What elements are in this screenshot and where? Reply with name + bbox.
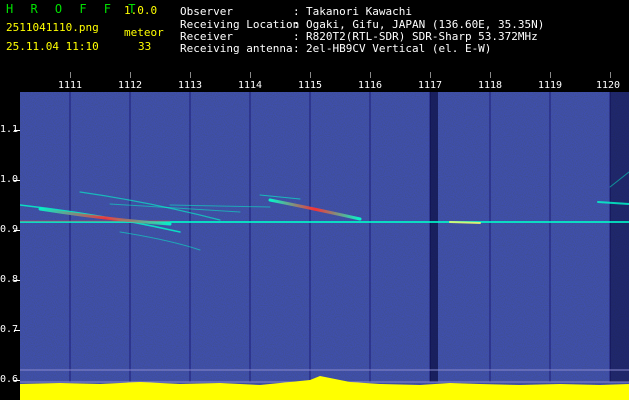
info-label-observer: Observer: [180, 5, 233, 18]
capture-filename: 2511041110.png: [6, 21, 99, 34]
time-tick-mark: [190, 72, 191, 78]
info-label-antenna: Receiving antenna: [180, 42, 293, 55]
event-label: meteor: [124, 26, 164, 39]
header-panel: H R O F F T 1.0.0 2511041110.png meteor …: [0, 0, 629, 72]
time-tick-mark: [70, 72, 71, 78]
time-tick-mark: [550, 72, 551, 78]
meteor-trace: [449, 221, 481, 224]
time-tick-label: 1112: [118, 80, 143, 91]
time-tick-label: 1120: [596, 80, 621, 91]
time-tick-label: 1118: [478, 80, 503, 91]
event-count: 33: [138, 40, 152, 53]
time-axis: 1111 1112 1113 1114 1115 1116 1117 1118 …: [0, 72, 629, 92]
time-tick-label: 1117: [418, 80, 443, 91]
spectrogram: [20, 92, 629, 400]
spectrogram-noise: [20, 92, 629, 400]
time-tick-label: 1114: [238, 80, 263, 91]
capture-datetime: 25.11.04 11:10: [6, 40, 99, 53]
app-name: H R O F F T: [6, 2, 141, 16]
app-version: 1.0.0: [124, 4, 158, 17]
info-colon: :: [293, 5, 300, 18]
frequency-axis: 1.1 1.0 0.9 0.8 0.7 0.6: [0, 92, 20, 400]
dark-band: [610, 92, 629, 382]
info-value-antenna: 2el-HB9CV Vertical (el. E-W): [306, 42, 492, 55]
info-value-observer: Takanori Kawachi: [306, 5, 412, 18]
time-tick-mark: [610, 72, 611, 78]
time-tick-mark: [130, 72, 131, 78]
time-tick-mark: [430, 72, 431, 78]
time-tick-mark: [370, 72, 371, 78]
time-tick-mark: [310, 72, 311, 78]
time-tick-mark: [250, 72, 251, 78]
time-tick-label: 1119: [538, 80, 563, 91]
time-tick-label: 1116: [358, 80, 383, 91]
time-tick-label: 1111: [58, 80, 83, 91]
info-colon: :: [293, 42, 300, 55]
time-tick-mark: [490, 72, 491, 78]
dark-band: [430, 92, 438, 382]
time-tick-label: 1113: [178, 80, 203, 91]
time-tick-label: 1115: [298, 80, 323, 91]
